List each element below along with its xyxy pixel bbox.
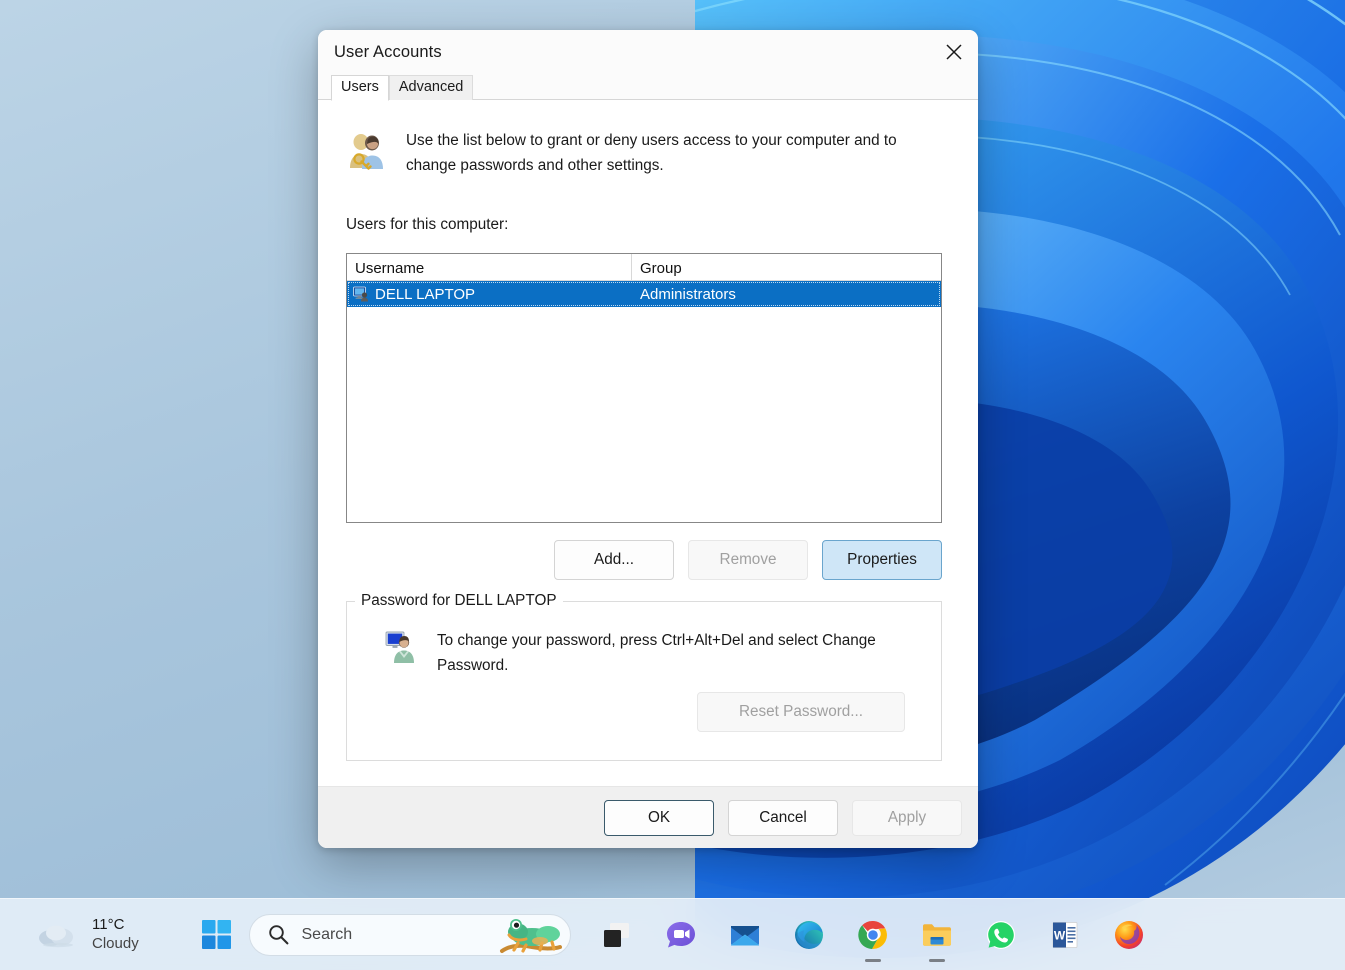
column-header-group[interactable]: Group — [632, 254, 941, 280]
dialog-footer: OK Cancel Apply — [318, 786, 978, 848]
word-icon: W — [1049, 919, 1081, 951]
password-groupbox-legend: Password for DELL LAPTOP — [355, 592, 563, 610]
properties-button[interactable]: Properties — [822, 540, 942, 580]
search-icon — [268, 924, 289, 945]
firefox-button[interactable] — [1105, 911, 1153, 959]
task-view-button[interactable] — [593, 911, 641, 959]
listview-rows: DELL LAPTOP Administrators — [347, 281, 941, 522]
edge-button[interactable] — [785, 911, 833, 959]
mail-icon — [729, 919, 761, 951]
cancel-button[interactable]: Cancel — [728, 800, 838, 836]
search-input[interactable]: Search — [249, 914, 571, 956]
taskbar: 11°C Cloudy Search — [0, 898, 1345, 970]
tab-advanced[interactable]: Advanced — [389, 75, 474, 100]
windows-start-icon — [202, 920, 232, 950]
intro-text: Use the list below to grant or deny user… — [406, 128, 951, 178]
ok-button[interactable]: OK — [604, 800, 714, 836]
reset-password-button: Reset Password... — [697, 692, 905, 732]
weather-condition: Cloudy — [92, 935, 139, 954]
taskbar-center-cluster: Search — [185, 911, 1161, 959]
listview-button-row: Add... Remove Properties — [346, 540, 942, 580]
users-group-icon — [346, 130, 388, 172]
weather-widget[interactable]: 11°C Cloudy — [26, 910, 149, 960]
close-icon — [945, 43, 963, 61]
dialog-body: Use the list below to grant or deny user… — [318, 100, 978, 786]
row-username-cell: DELL LAPTOP — [347, 286, 632, 303]
frog-icon — [496, 915, 564, 955]
reset-password-row: Reset Password... — [365, 692, 923, 732]
tab-users[interactable]: Users — [331, 75, 389, 101]
firefox-icon — [1113, 919, 1145, 951]
start-button[interactable] — [193, 911, 241, 959]
users-listview[interactable]: Username Group — [346, 253, 942, 523]
computer-user-icon — [353, 286, 369, 302]
password-info-block: To change your password, press Ctrl+Alt+… — [365, 618, 923, 678]
apply-button: Apply — [852, 800, 962, 836]
intro-block: Use the list below to grant or deny user… — [346, 128, 955, 178]
close-button[interactable] — [930, 30, 978, 74]
dialog-title: User Accounts — [334, 43, 442, 62]
weather-lines: 11°C Cloudy — [92, 916, 139, 954]
row-group-cell: Administrators — [632, 286, 941, 303]
users-for-computer-label: Users for this computer: — [346, 216, 955, 234]
add-button[interactable]: Add... — [554, 540, 674, 580]
whatsapp-button[interactable] — [977, 911, 1025, 959]
password-groupbox: Password for DELL LAPTOP — [346, 601, 942, 761]
task-view-icon — [602, 920, 632, 950]
mail-button[interactable] — [721, 911, 769, 959]
tabstrip: Users Advanced — [318, 74, 978, 100]
column-header-username[interactable]: Username — [347, 254, 632, 280]
chat-teams-icon — [665, 919, 697, 951]
user-monitor-icon — [385, 630, 419, 664]
row-username-text: DELL LAPTOP — [375, 286, 475, 303]
listview-header: Username Group — [347, 254, 941, 281]
edge-icon — [793, 919, 825, 951]
desktop: User Accounts Users Advanced — [0, 0, 1345, 970]
chat-button[interactable] — [657, 911, 705, 959]
remove-button: Remove — [688, 540, 808, 580]
password-info-text: To change your password, press Ctrl+Alt+… — [437, 628, 907, 678]
cloud-icon — [36, 920, 80, 950]
table-row[interactable]: DELL LAPTOP Administrators — [347, 281, 941, 307]
weather-temperature: 11°C — [92, 916, 139, 935]
chrome-button[interactable] — [849, 911, 897, 959]
chrome-icon — [857, 919, 889, 951]
whatsapp-icon — [985, 919, 1017, 951]
file-explorer-icon — [921, 919, 953, 951]
file-explorer-button[interactable] — [913, 911, 961, 959]
user-accounts-dialog: User Accounts Users Advanced — [318, 30, 978, 848]
search-placeholder: Search — [302, 926, 353, 944]
dialog-titlebar[interactable]: User Accounts — [318, 30, 978, 74]
word-button[interactable]: W — [1041, 911, 1089, 959]
svg-text:W: W — [1053, 928, 1065, 942]
